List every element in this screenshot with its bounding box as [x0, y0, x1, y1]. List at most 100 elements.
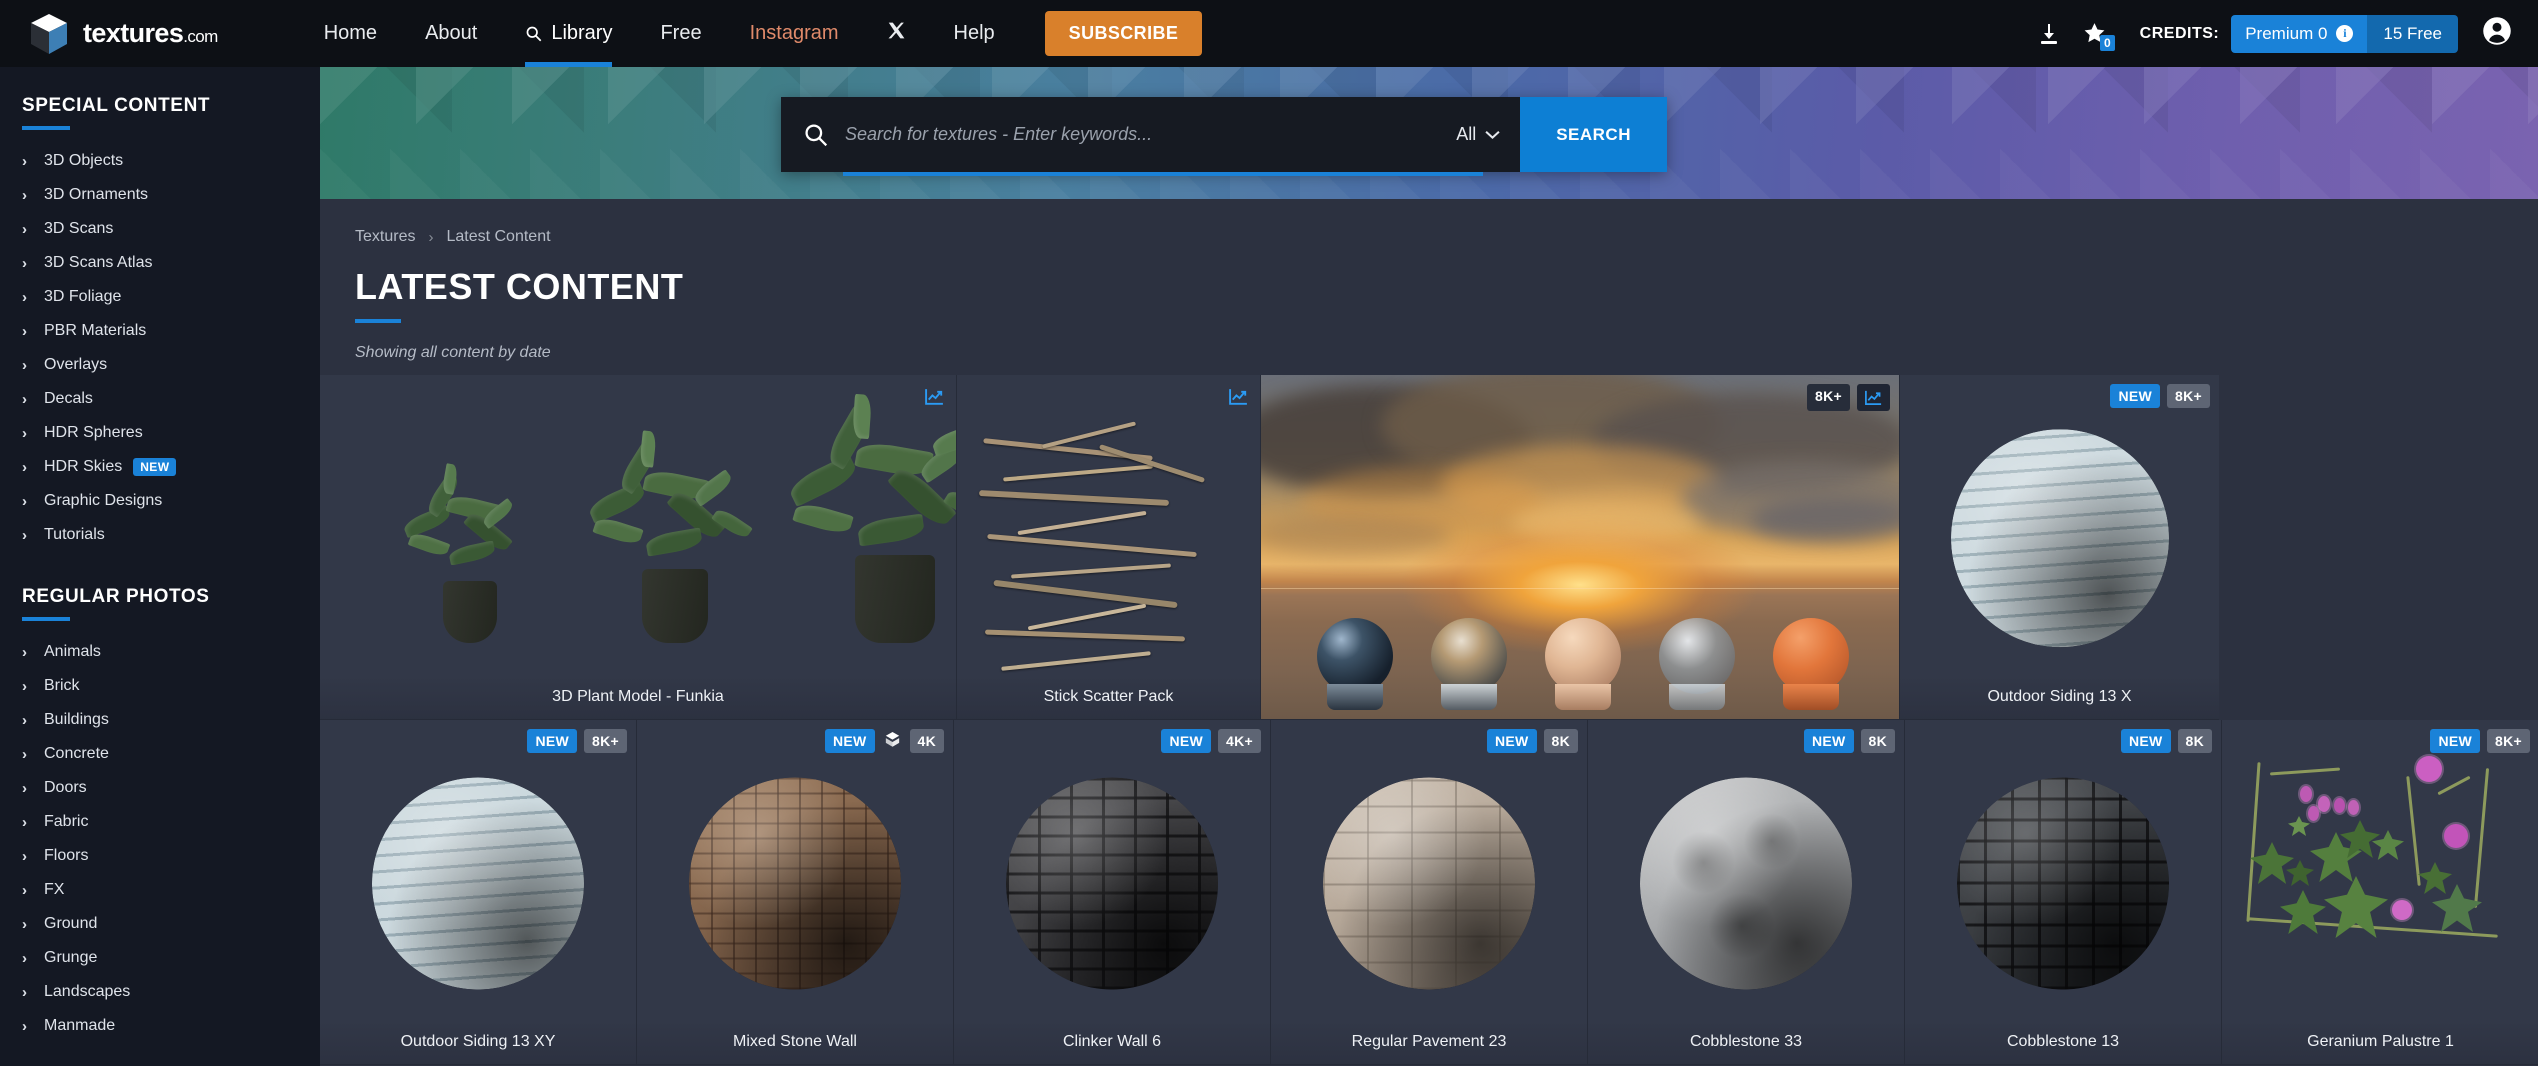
sidebar-item-label: Graphic Designs: [44, 492, 163, 509]
sidebar-item-overlays[interactable]: › Overlays: [0, 348, 320, 382]
nav-item-home[interactable]: Home: [300, 0, 401, 67]
nav-label-home: Home: [323, 22, 378, 44]
sidebar-item-3d-scans[interactable]: › 3D Scans: [0, 212, 320, 246]
grid-row: 3D Plant Model - Funkia Stick Scatter Pa…: [320, 375, 2538, 720]
content-card-hdr-sky[interactable]: 8K+: [1261, 375, 1900, 720]
sidebar-item-grunge[interactable]: › Grunge: [0, 941, 320, 975]
chevron-right-icon: ›: [22, 643, 27, 661]
chevron-right-icon: ›: [428, 228, 434, 246]
card-title: Mixed Stone Wall: [637, 1020, 953, 1064]
category-sidebar: SPECIAL CONTENT › 3D Objects › 3D Orname…: [0, 67, 320, 1066]
site-logo[interactable]: textures.com: [28, 12, 218, 56]
nav-item-x-twitter[interactable]: [863, 0, 930, 67]
sidebar-item-3d-foliage[interactable]: › 3D Foliage: [0, 280, 320, 314]
resolution-badge: 4K: [909, 729, 944, 754]
cube-logo-icon: [28, 12, 70, 56]
sidebar-item-manmade[interactable]: › Manmade: [0, 1009, 320, 1043]
sidebar-item-label: Landscapes: [44, 983, 131, 1000]
search-button[interactable]: SEARCH: [1520, 97, 1667, 172]
content-card-clinker-wall-6[interactable]: NEW 4K+ Clinker Wall 6: [954, 720, 1271, 1065]
sidebar-item-label: Overlays: [44, 356, 108, 373]
resolution-badge: 8K+: [584, 729, 627, 754]
nav-item-library[interactable]: Library: [501, 0, 636, 67]
sidebar-section-title: REGULAR PHOTOS: [22, 586, 210, 607]
chevron-right-icon: ›: [22, 288, 27, 306]
nav-item-free[interactable]: Free: [636, 0, 725, 67]
thumbnail-geranium: [2222, 720, 2538, 1064]
sidebar-item-landscapes[interactable]: › Landscapes: [0, 975, 320, 1009]
sidebar-item-decals[interactable]: › Decals: [0, 382, 320, 416]
thumbnail-sphere-stone: [637, 720, 953, 1064]
sidebar-item-ground[interactable]: › Ground: [0, 907, 320, 941]
sidebar-item-concrete[interactable]: › Concrete: [0, 737, 320, 771]
card-badges: NEW 8K+: [527, 729, 627, 754]
account-icon[interactable]: [2482, 16, 2512, 51]
thumbnail-sphere-cobble13: [1905, 720, 2221, 1064]
search-input[interactable]: [845, 124, 1437, 145]
sidebar-item-floors[interactable]: › Floors: [0, 839, 320, 873]
sidebar-item-brick[interactable]: › Brick: [0, 669, 320, 703]
sidebar-item-buildings[interactable]: › Buildings: [0, 703, 320, 737]
sidebar-item-3d-objects[interactable]: › 3D Objects: [0, 144, 320, 178]
content-card-cobblestone-33[interactable]: NEW 8K Cobblestone 33: [1588, 720, 1905, 1065]
chevron-right-icon: ›: [22, 492, 27, 510]
sidebar-item-hdr-spheres[interactable]: › HDR Spheres: [0, 416, 320, 450]
premium-credits-button[interactable]: Premium 0 i: [2231, 14, 2368, 53]
search-filter-dropdown[interactable]: All: [1436, 124, 1520, 145]
sidebar-item-label: PBR Materials: [44, 322, 147, 339]
chevron-right-icon: ›: [22, 983, 27, 1001]
sidebar-item-fx[interactable]: › FX: [0, 873, 320, 907]
title-underline: [355, 319, 401, 323]
download-icon[interactable]: [2026, 11, 2072, 57]
subscribe-button[interactable]: SUBSCRIBE: [1044, 11, 1203, 56]
chevron-right-icon: ›: [22, 711, 27, 729]
card-badges: [1226, 384, 1251, 409]
info-icon[interactable]: i: [2336, 25, 2354, 42]
content-card-regular-pavement-23[interactable]: NEW 8K Regular Pavement 23: [1271, 720, 1588, 1065]
sidebar-item-graphic-designs[interactable]: › Graphic Designs: [0, 484, 320, 518]
sidebar-item-label: Ground: [44, 915, 98, 932]
content-card-geranium-palustre-1[interactable]: NEW 8K+ Geranium Palustre 1: [2222, 720, 2538, 1065]
content-card-cobblestone-13[interactable]: NEW 8K Cobblestone 13: [1905, 720, 2222, 1065]
search-icon: [525, 25, 542, 42]
sidebar-item-tutorials[interactable]: › Tutorials: [0, 518, 320, 552]
card-title: Stick Scatter Pack: [957, 675, 1260, 719]
sidebar-item-doors[interactable]: › Doors: [0, 771, 320, 805]
chevron-right-icon: ›: [22, 915, 27, 933]
trend-icon: [1857, 384, 1890, 411]
sidebar-item-label: Decals: [44, 390, 93, 407]
chevron-right-icon: ›: [22, 220, 27, 238]
chevron-right-icon: ›: [22, 847, 27, 865]
content-card-mixed-stone-wall[interactable]: NEW 4K Mixed Stone Wall: [637, 720, 954, 1065]
card-badges: NEW 8K: [1486, 729, 1578, 754]
chevron-right-icon: ›: [22, 677, 27, 695]
nav-label-instagram: Instagram: [749, 22, 839, 44]
nav-item-help[interactable]: Help: [930, 0, 1019, 67]
content-card-outdoor-siding-13-x[interactable]: NEW 8K+ Outdoor Siding 13 X: [1900, 375, 2219, 720]
card-badges: NEW 4K+: [1161, 729, 1261, 754]
sidebar-item-label: HDR Spheres: [44, 424, 143, 441]
thumbnail-sphere-cobble33: [1588, 720, 1904, 1064]
thumbnail-sphere-pavement: [1271, 720, 1587, 1064]
content-card-outdoor-siding-13-xy[interactable]: NEW 8K+ Outdoor Siding 13 XY: [320, 720, 637, 1065]
sidebar-item-fabric[interactable]: › Fabric: [0, 805, 320, 839]
star-icon[interactable]: 0: [2072, 11, 2118, 57]
resolution-badge: 8K: [1543, 729, 1578, 754]
sidebar-item-3d-ornaments[interactable]: › 3D Ornaments: [0, 178, 320, 212]
sidebar-item-hdr-skies[interactable]: › HDR Skies NEW: [0, 450, 320, 484]
new-badge: NEW: [1161, 729, 1212, 754]
thumbnail-sphere-siding: [320, 720, 636, 1064]
breadcrumb-root[interactable]: Textures: [355, 228, 415, 246]
nav-item-about[interactable]: About: [401, 0, 501, 67]
sidebar-item-animals[interactable]: › Animals: [0, 635, 320, 669]
top-navigation-bar: textures.com Home About Library Free Ins…: [0, 0, 2538, 67]
free-credits-button[interactable]: 15 Free: [2367, 14, 2458, 53]
content-card-stick-scatter-pack[interactable]: Stick Scatter Pack: [957, 375, 1261, 720]
sidebar-item-pbr-materials[interactable]: › PBR Materials: [0, 314, 320, 348]
logo-text: textures.com: [83, 18, 218, 48]
sidebar-item-3d-scans-atlas[interactable]: › 3D Scans Atlas: [0, 246, 320, 280]
material-icon: [882, 729, 903, 753]
content-card-3d-plant-model-funkia[interactable]: 3D Plant Model - Funkia: [320, 375, 957, 720]
card-badges: NEW 8K: [1803, 729, 1895, 754]
nav-item-instagram[interactable]: Instagram: [726, 0, 863, 67]
